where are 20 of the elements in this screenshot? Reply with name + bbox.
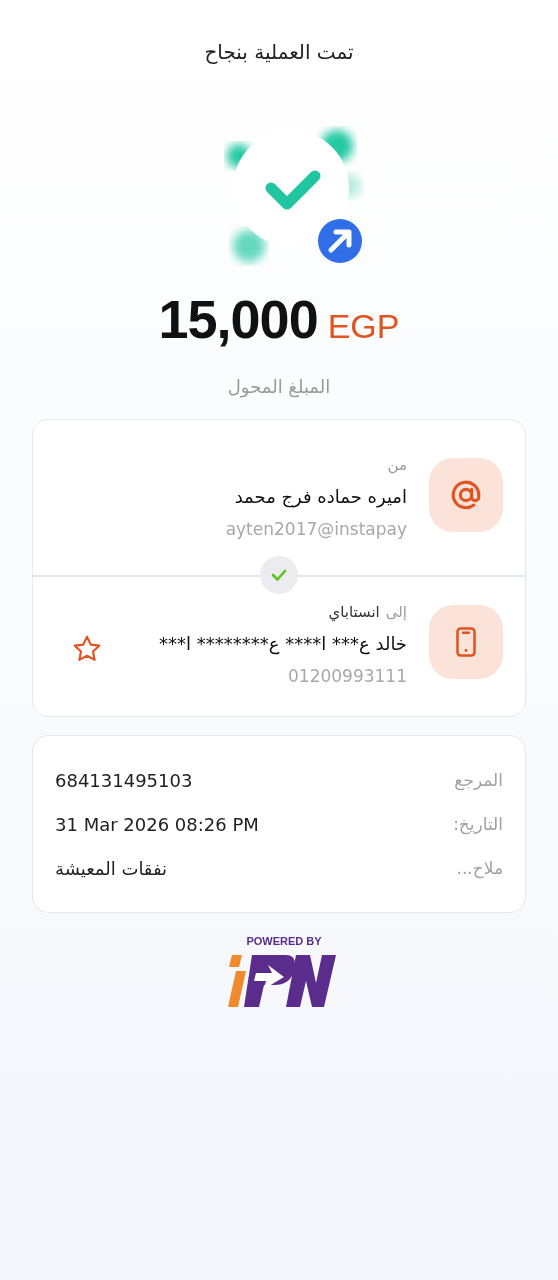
- amount-caption: المبلغ المحول: [227, 376, 331, 397]
- detail-label: المرجع: [454, 770, 503, 790]
- phone-icon: [429, 605, 503, 679]
- currency-label: EGP: [327, 307, 400, 346]
- receiver-name: خالد ع*** ا**** ع******** ا***: [159, 633, 407, 654]
- page-title: تمت العملية بنجاح: [204, 40, 354, 64]
- detail-label: التاريخ:: [453, 814, 503, 834]
- amount-value: 15,000: [158, 288, 318, 350]
- receiver-label: إلى: [385, 603, 407, 621]
- sender-name: اميره حماده فرج محمد: [234, 486, 407, 507]
- detail-label: ملاح...: [456, 858, 503, 878]
- receiver-phone: 01200993111: [288, 666, 407, 686]
- receiver-bank: انستاباي: [328, 603, 380, 621]
- sender-label: من: [387, 456, 407, 474]
- at-sign-icon: [429, 458, 503, 532]
- detail-value: نفقات المعيشة: [55, 857, 168, 879]
- powered-by-text: POWERED BY: [246, 935, 322, 947]
- sender-handle: ayten2017@instapay: [225, 519, 407, 539]
- detail-value: 31 Mar 2026 08:26 PM: [55, 813, 259, 835]
- detail-value: 684131495103: [55, 769, 193, 791]
